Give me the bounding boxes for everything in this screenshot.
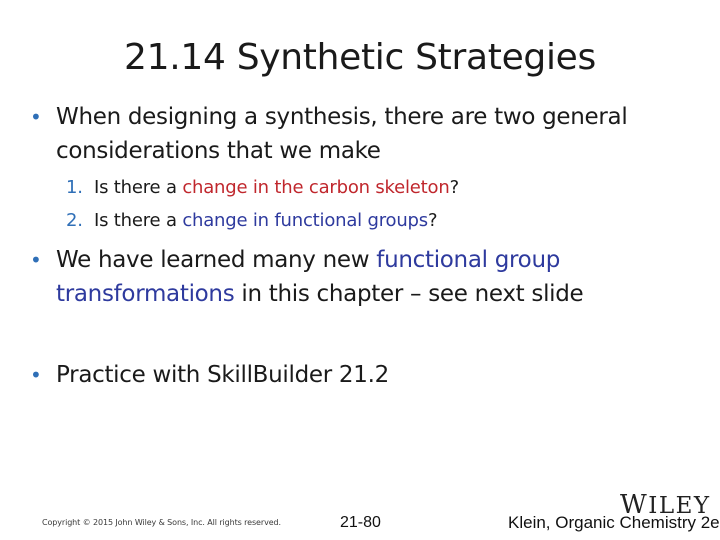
subitem-1-number: 1. [66,177,83,198]
bullet-marker: • [30,248,42,272]
bullet-marker: • [30,363,42,387]
footer-copyright: Copyright © 2015 John Wiley & Sons, Inc.… [42,518,281,527]
subitem-1: 1. Is there a change in the carbon skelet… [66,177,459,199]
bullet-2-text: We have learned many new functional grou… [56,243,696,311]
footer-page-number: 21-80 [340,514,381,531]
bullet-1-line-1: When designing a synthesis, there are tw… [56,104,628,130]
footer-reference: Klein, Organic Chemistry 2e [508,513,720,532]
subitem-1-pre: Is there a [94,177,183,198]
bullet-2-line-2: transformations in this chapter – see ne… [56,277,696,311]
subitem-2-highlight: change in functional groups [182,210,428,231]
bullet-marker: • [30,105,42,129]
bullet-2-pre: We have learned many new [56,247,377,273]
bullet-1-text: When designing a synthesis, there are tw… [56,100,696,168]
subitem-1-post: ? [449,177,460,198]
bullet-3-text: Practice with SkillBuilder 21.2 [56,362,389,388]
bullet-2-post: in this chapter – see next slide [234,281,584,307]
subitem-1-highlight: change in the carbon skeleton [182,177,450,198]
bullet-2-line-1: We have learned many new functional grou… [56,243,696,277]
subitem-2-pre: Is there a [94,210,183,231]
subitem-2-number: 2. [66,210,83,231]
bullet-1-line-2: considerations that we make [56,138,381,164]
subitem-2-post: ? [427,210,438,231]
slide-title: 21.14 Synthetic Strategies [124,37,596,78]
slide: 21.14 Synthetic Strategies • When design… [0,0,720,540]
bullet-2-highlight-1: functional group [376,247,561,273]
bullet-2-highlight-2: transformations [56,281,235,307]
subitem-2: 2. Is there a change in functional groups… [66,210,438,232]
